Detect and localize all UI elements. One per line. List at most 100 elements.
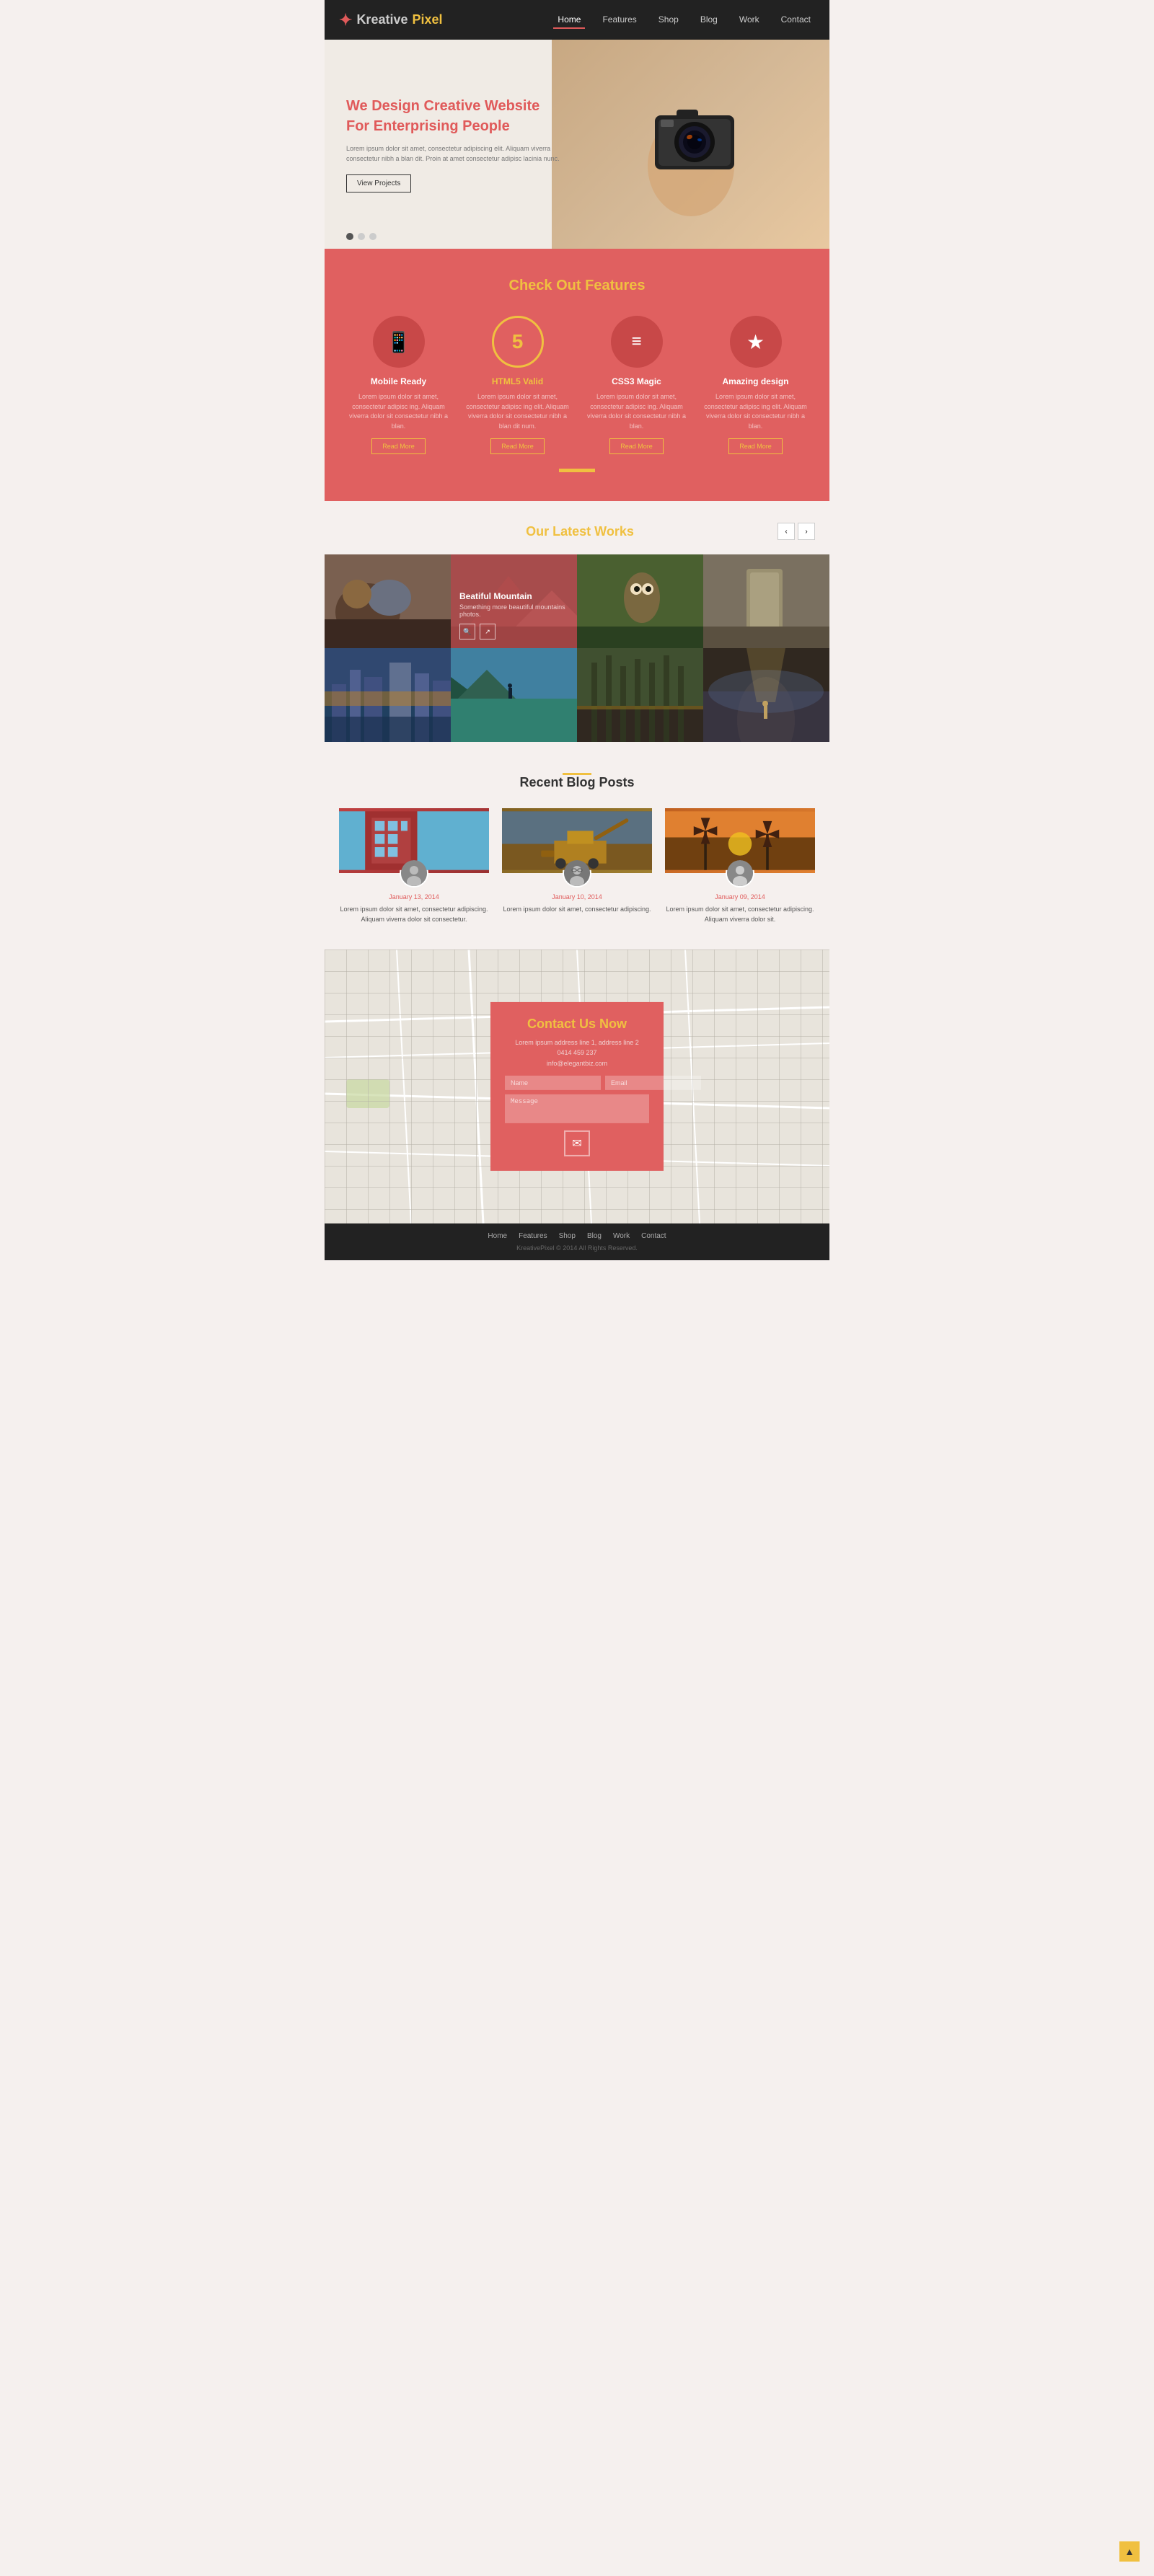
contact-address: Lorem ipsum address line 1, address line… <box>505 1037 649 1048</box>
blog-title-area: Recent Blog Posts <box>339 773 815 790</box>
footer-link-blog[interactable]: Blog <box>587 1232 602 1240</box>
blog-card-1: January 13, 2014 Lorem ipsum dolor sit a… <box>339 808 489 924</box>
zoom-icon[interactable]: 🔍 <box>459 624 475 639</box>
logo-icon: ✦ <box>339 11 352 30</box>
footer-link-features[interactable]: Features <box>519 1232 547 1240</box>
hero-dots <box>346 233 376 240</box>
feature-html5-read-more[interactable]: Read More <box>490 438 545 454</box>
work-overlay-icons-2: 🔍 ↗ <box>459 624 568 639</box>
feature-html5-desc: Lorem ipsum dolor sit amet, consectetur … <box>465 392 570 431</box>
dot-3[interactable] <box>369 233 376 240</box>
mobile-icon-circle: 📱 <box>373 316 425 368</box>
work-item-8[interactable] <box>703 648 829 742</box>
footer-link-work[interactable]: Work <box>613 1232 630 1240</box>
view-projects-button[interactable]: View Projects <box>346 174 411 192</box>
contact-email-input[interactable] <box>605 1076 701 1090</box>
scroll-top-button[interactable]: ▲ <box>1119 2541 1140 2562</box>
footer: Home Features Shop Blog Work Contact Kre… <box>325 1223 829 1260</box>
blog-date-1: January 13, 2014 <box>339 893 489 900</box>
avatar-3-svg <box>727 860 753 886</box>
work-photo-4 <box>703 554 829 648</box>
design-icon-circle: ★ <box>730 316 782 368</box>
logo: ✦ Kreative Pixel <box>339 11 443 30</box>
contact-form-box: Contact Us Now Lorem ipsum address line … <box>490 1002 664 1171</box>
works-header: Our Latest Works ‹ › <box>325 523 829 554</box>
camera-illustration <box>619 72 763 216</box>
feature-mobile-title: Mobile Ready <box>346 376 451 386</box>
work-item-4[interactable] <box>703 554 829 648</box>
link-icon[interactable]: ↗ <box>480 624 495 639</box>
css3-icon: ≡ <box>631 332 641 352</box>
blog-excerpt-1: Lorem ipsum dolor sit amet, consectetur … <box>339 905 489 924</box>
work-item-6[interactable] <box>451 648 577 742</box>
feature-html5: 5 HTML5 Valid Lorem ipsum dolor sit amet… <box>465 316 570 454</box>
contact-name-input[interactable] <box>505 1076 601 1090</box>
feature-mobile-desc: Lorem ipsum dolor sit amet, consectetur … <box>346 392 451 431</box>
navbar: ✦ Kreative Pixel Home Features Shop Blog … <box>325 0 829 40</box>
mobile-icon: 📱 <box>386 330 411 354</box>
work-overlay-2: Beatiful Mountain Something more beautif… <box>451 554 577 648</box>
work-item-1[interactable] <box>325 554 451 648</box>
hero-headline-colored: Creative Website <box>423 98 539 114</box>
chevron-up-icon: ▲ <box>1124 2546 1135 2557</box>
works-grid: Beatiful Mountain Something more beautif… <box>325 554 829 742</box>
feature-design: ★ Amazing design Lorem ipsum dolor sit a… <box>703 316 808 454</box>
footer-links: Home Features Shop Blog Work Contact <box>339 1232 815 1240</box>
feature-css3-read-more[interactable]: Read More <box>609 438 664 454</box>
contact-phone: 0414 459 237 <box>505 1048 649 1058</box>
html5-icon: 5 <box>512 330 524 353</box>
work-item-5[interactable] <box>325 648 451 742</box>
nav-shop[interactable]: Shop <box>654 12 683 29</box>
blog-section: Recent Blog Posts <box>325 742 829 950</box>
blog-grid: January 13, 2014 Lorem ipsum dolor sit a… <box>339 808 815 924</box>
nav-contact[interactable]: Contact <box>777 12 815 29</box>
feature-design-desc: Lorem ipsum dolor sit amet, consectetur … <box>703 392 808 431</box>
work-item-7[interactable] <box>577 648 703 742</box>
feature-design-read-more[interactable]: Read More <box>728 438 783 454</box>
logo-pixel: Pixel <box>412 12 442 27</box>
blog-excerpt-2: Lorem ipsum dolor sit amet, consectetur … <box>502 905 652 915</box>
work-item-2[interactable]: Beatiful Mountain Something more beautif… <box>451 554 577 648</box>
features-divider <box>559 469 595 472</box>
dot-2[interactable] <box>358 233 365 240</box>
hero-body: Lorem ipsum dolor sit amet, consectetur … <box>346 143 581 164</box>
feature-html5-title: HTML5 Valid <box>465 376 570 386</box>
work-item-3[interactable] <box>577 554 703 648</box>
contact-name-email-row <box>505 1076 649 1090</box>
avatar-1-svg <box>401 860 427 886</box>
work-photo-3 <box>577 554 703 648</box>
nav-links: Home Features Shop Blog Work Contact <box>553 12 815 29</box>
feature-css3-desc: Lorem ipsum dolor sit amet, consectetur … <box>584 392 689 431</box>
footer-link-shop[interactable]: Shop <box>559 1232 576 1240</box>
feature-mobile-read-more[interactable]: Read More <box>371 438 426 454</box>
works-next-button[interactable]: › <box>798 523 815 540</box>
work-photo-8 <box>703 648 829 742</box>
nav-work[interactable]: Work <box>735 12 764 29</box>
nav-blog[interactable]: Blog <box>696 12 722 29</box>
logo-kreative: Kreative <box>356 12 408 27</box>
work-photo-6 <box>451 648 577 742</box>
hero-text: We Design Creative Website For Enterpris… <box>325 74 602 215</box>
works-title: Our Latest Works <box>382 524 778 539</box>
hero-section: We Design Creative Website For Enterpris… <box>325 40 829 249</box>
feature-css3: ≡ CSS3 Magic Lorem ipsum dolor sit amet,… <box>584 316 689 454</box>
features-section: Check Out Features 📱 Mobile Ready Lorem … <box>325 249 829 501</box>
contact-email: info@elegantbiz.com <box>505 1058 649 1068</box>
contact-message-input[interactable] <box>505 1094 649 1123</box>
contact-section: Contact Us Now Lorem ipsum address line … <box>325 950 829 1223</box>
footer-link-contact[interactable]: Contact <box>641 1232 666 1240</box>
footer-copyright: KreativePixel © 2014 All Rights Reserved… <box>339 1244 815 1252</box>
blog-card-2: January 10, 2014 Lorem ipsum dolor sit a… <box>502 808 652 924</box>
nav-home[interactable]: Home <box>553 12 585 29</box>
blog-excerpt-3: Lorem ipsum dolor sit amet, consectetur … <box>665 905 815 924</box>
blog-date-3: January 09, 2014 <box>665 893 815 900</box>
work-title-2: Beatiful Mountain <box>459 591 568 601</box>
avatar-2-svg <box>564 860 590 886</box>
dot-1[interactable] <box>346 233 353 240</box>
contact-submit-button[interactable]: ✉ <box>564 1130 590 1156</box>
works-prev-button[interactable]: ‹ <box>778 523 795 540</box>
footer-link-home[interactable]: Home <box>488 1232 507 1240</box>
contact-title: Contact Us Now <box>505 1017 649 1032</box>
blog-title: Recent Blog Posts <box>339 775 815 790</box>
nav-features[interactable]: Features <box>598 12 640 29</box>
